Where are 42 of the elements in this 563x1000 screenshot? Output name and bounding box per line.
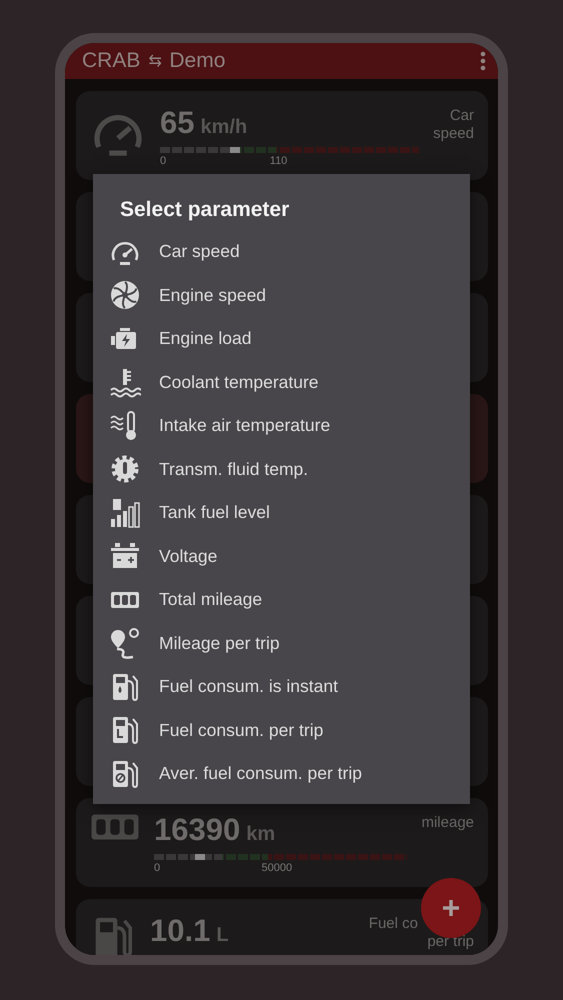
gauge-label: Fuel co	[368, 915, 418, 933]
parameter-option[interactable]: Mileage per trip	[93, 622, 470, 665]
app-title: Demo	[169, 49, 226, 73]
parameter-option[interactable]: Engine speed	[93, 274, 470, 317]
gauge-label: Car	[450, 107, 474, 125]
gauge-tick-label: 110	[270, 155, 288, 167]
gauge-value: 16390	[154, 812, 240, 848]
parameter-option[interactable]: Aver. fuel consum. per trip	[93, 752, 470, 796]
swap-button[interactable]: ⇆	[148, 51, 162, 71]
gauge-card[interactable]: 16390 km 0 50000 mileage	[76, 798, 488, 887]
dialog-title: Select parameter	[119, 198, 290, 222]
gear-thermometer-icon	[109, 453, 141, 486]
gauge-tick-label: 0	[154, 862, 160, 874]
gauge-value: 65	[160, 105, 194, 141]
parameter-option[interactable]: Coolant temperature	[93, 360, 470, 404]
gauge-label: per trip	[427, 933, 474, 951]
odometer-icon	[90, 812, 140, 842]
parameter-option[interactable]: Tank fuel level	[93, 491, 470, 534]
gauge-unit: L	[216, 924, 229, 947]
fan-icon	[109, 279, 141, 312]
gauge-value: 10.1	[150, 913, 210, 949]
parameter-option[interactable]: Total mileage	[93, 578, 470, 622]
parameter-option[interactable]: Intake air temperature	[93, 404, 470, 448]
parameter-option[interactable]: Fuel consum. is instant	[93, 665, 470, 708]
gauge-tick-label: 0	[160, 155, 166, 167]
parameter-option[interactable]: Transm. fluid temp.	[93, 448, 470, 491]
gauge-tick-label: 50000	[262, 862, 292, 874]
coolant-thermometer-icon	[109, 366, 141, 398]
more-menu-icon[interactable]	[480, 51, 486, 71]
gauge-unit: km	[246, 823, 276, 846]
gauge-label: speed	[433, 125, 474, 143]
parameter-option[interactable]: Car speed	[93, 230, 470, 274]
parameter-option[interactable]: Fuel consum. per trip	[93, 708, 470, 752]
gauge-unit: km/h	[200, 116, 248, 139]
parameter-option[interactable]: Engine load	[93, 317, 470, 360]
plus-icon	[442, 899, 460, 917]
gauge-card[interactable]: 65 km/h 0 110 Car speed	[76, 91, 488, 180]
fuel-level-icon	[109, 496, 141, 529]
app-title: CRAB	[82, 49, 140, 73]
parameter-option[interactable]: Voltage	[93, 534, 470, 578]
route-pin-icon	[109, 627, 141, 660]
gauge-label: mileage	[421, 814, 474, 832]
